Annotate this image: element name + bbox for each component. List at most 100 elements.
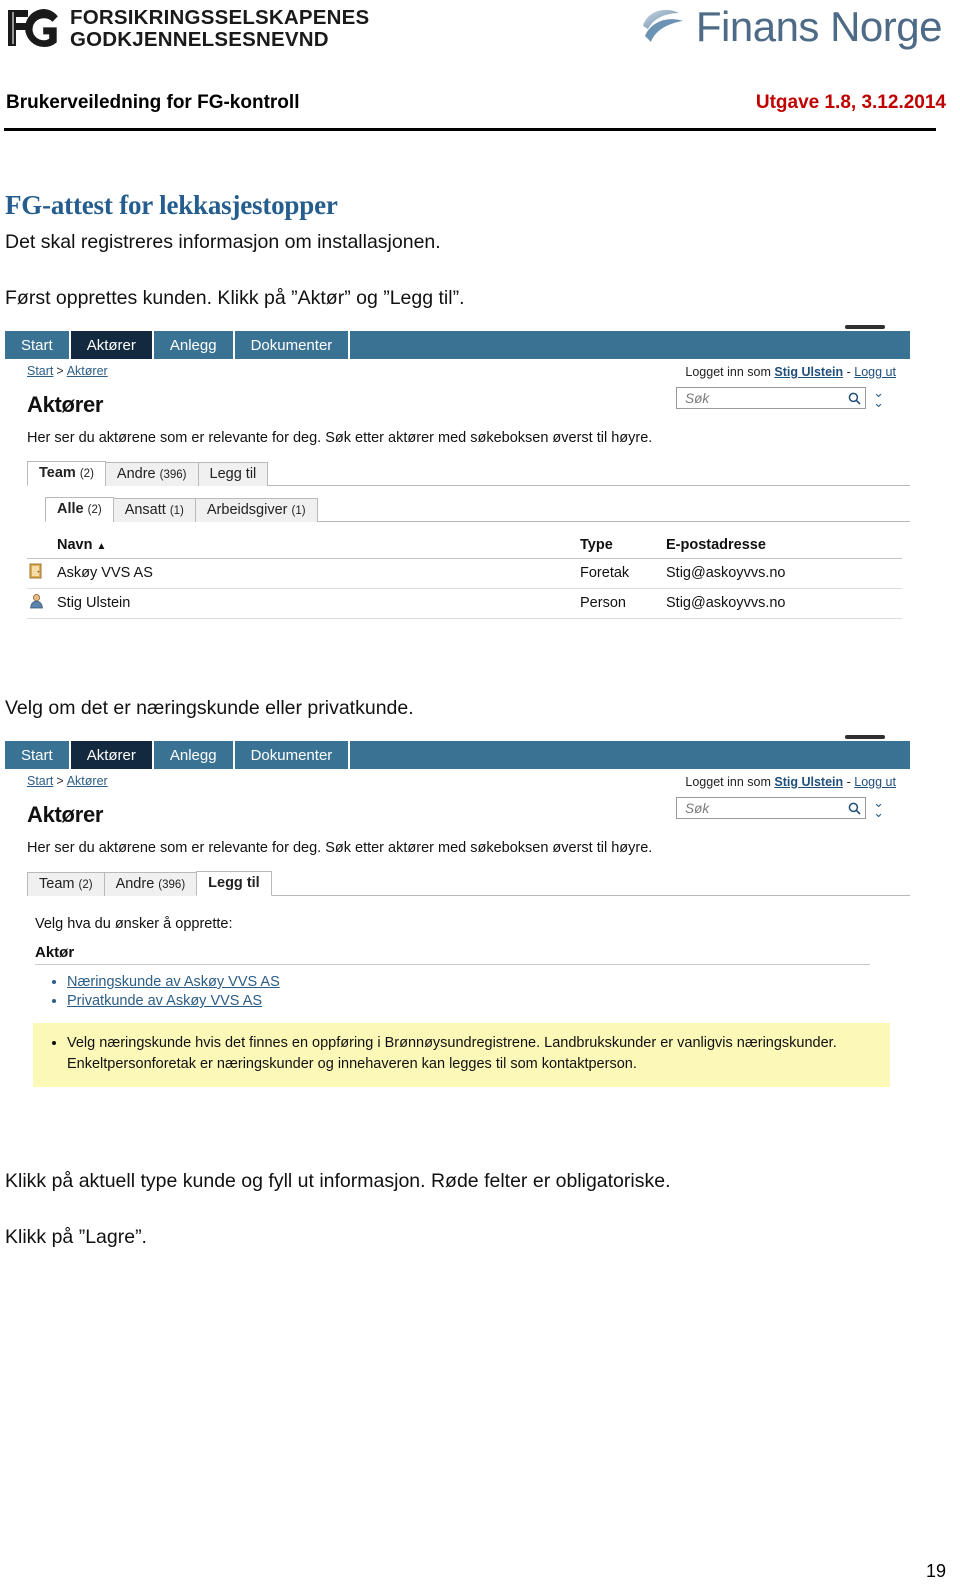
tab-team-count: (2) — [78, 879, 93, 891]
nav-tab-dokumenter[interactable]: Dokumenter — [235, 741, 351, 769]
tab-ansatt[interactable]: Ansatt (1) — [112, 498, 196, 522]
tab-andre-count: (396) — [159, 469, 187, 481]
nav-tab-anlegg[interactable]: Anlegg — [154, 741, 235, 769]
column-navn[interactable]: Navn ▲ — [53, 534, 576, 559]
tab-team-label: Team — [39, 876, 75, 892]
tab-alle-label: Alle — [57, 501, 84, 517]
fg-logo-text: FORSIKRINGSSELSKAPENES GODKJENNELSESNEVN… — [70, 6, 370, 51]
cell-type: Foretak — [576, 558, 662, 589]
choose-label: Velg hva du ønsker å opprette: — [35, 916, 233, 932]
table-row[interactable]: Askøy VVS AS Foretak Stig@askoyvvs.no — [27, 558, 902, 589]
building-icon — [29, 563, 42, 579]
search-input[interactable]: Søk — [676, 387, 867, 409]
search-area: Søk ⌄ ⌄ — [676, 796, 884, 819]
tabs-primary: Team (2) Andre (396) Legg til — [27, 870, 910, 896]
row-icon-cell — [27, 588, 53, 619]
paragraph-step-1: Først opprettes kunden. Klikk på ”Aktør”… — [5, 287, 465, 309]
column-epost[interactable]: E-postadresse — [662, 534, 902, 559]
tabs-secondary: Alle (2) Ansatt (1) Arbeidsgiver (1) — [45, 496, 910, 522]
tab-legg-til[interactable]: Legg til — [196, 871, 272, 896]
tab-andre[interactable]: Andre (396) — [103, 872, 198, 896]
login-prefix: Logget inn som — [685, 365, 771, 379]
page-header: FORSIKRINGSSELSKAPENES GODKJENNELSESNEVN… — [0, 0, 960, 132]
nav-tab-aktorer[interactable]: Aktører — [70, 331, 154, 359]
cell-navn[interactable]: Askøy VVS AS — [53, 558, 576, 589]
finans-norge-mark-icon — [639, 4, 691, 50]
paragraph-step-3: Klikk på aktuell type kunde og fyll ut i… — [5, 1170, 671, 1192]
screen-intro-text: Her ser du aktørene som er relevante for… — [27, 430, 653, 446]
cell-navn[interactable]: Stig Ulstein — [53, 588, 576, 619]
choose-link-list: Næringskunde av Askøy VVS AS Privatkunde… — [5, 973, 910, 1011]
tab-team[interactable]: Team (2) — [27, 461, 106, 486]
search-placeholder: Søk — [685, 800, 710, 816]
nav-tab-dokumenter[interactable]: Dokumenter — [235, 331, 351, 359]
nav-tab-anlegg[interactable]: Anlegg — [154, 331, 235, 359]
choose-group-heading: Aktør — [35, 944, 870, 965]
document-title: Brukerveiledning for FG-kontroll — [6, 92, 300, 113]
search-area: Søk ⌄ ⌄ — [676, 386, 884, 409]
app-navbar: Start Aktører Anlegg Dokumenter — [5, 741, 910, 769]
chevron-double-down-icon[interactable]: ⌄ ⌄ — [873, 386, 884, 409]
fg-logo: FORSIKRINGSSELSKAPENES GODKJENNELSESNEVN… — [6, 6, 369, 52]
tab-andre-count: (396) — [158, 879, 186, 891]
screen-intro-text: Her ser du aktørene som er relevante for… — [27, 840, 653, 856]
breadcrumb-link-start[interactable]: Start — [27, 774, 53, 788]
fg-monogram-icon — [6, 6, 60, 52]
search-input[interactable]: Søk — [676, 797, 867, 819]
info-note-list: Velg næringskunde hvis det finnes en opp… — [47, 1033, 876, 1075]
tab-alle[interactable]: Alle (2) — [45, 497, 114, 522]
logout-link[interactable]: Logg ut — [854, 365, 896, 379]
tab-andre[interactable]: Andre (396) — [104, 462, 199, 486]
breadcrumb-link-aktorer[interactable]: Aktører — [67, 774, 108, 788]
list-item[interactable]: Næringskunde av Askøy VVS AS — [67, 973, 910, 992]
nav-tab-start[interactable]: Start — [5, 331, 71, 359]
cell-epost: Stig@askoyvvs.no — [662, 588, 902, 619]
tab-team[interactable]: Team (2) — [27, 872, 105, 896]
page-number: 19 — [925, 1561, 946, 1581]
login-dash: - — [846, 365, 851, 379]
nav-tab-aktorer[interactable]: Aktører — [70, 741, 154, 769]
header-divider — [4, 128, 936, 131]
search-icon[interactable] — [848, 802, 861, 815]
tab-alle-count: (2) — [87, 504, 102, 516]
chevron-double-down-icon[interactable]: ⌄ ⌄ — [873, 796, 884, 819]
page-title: FG-attest for lekkasjestopper — [5, 190, 338, 220]
link-naeringskunde[interactable]: Næringskunde av Askøy VVS AS — [67, 974, 280, 990]
login-dash: - — [846, 775, 851, 789]
table-row[interactable]: Stig Ulstein Person Stig@askoyvvs.no — [27, 588, 902, 619]
tab-arbeidsgiver-label: Arbeidsgiver — [206, 502, 288, 518]
table-header-row: Navn ▲ Type E-postadresse — [27, 534, 902, 559]
logged-in-user-link[interactable]: Stig Ulstein — [774, 775, 843, 789]
breadcrumb-link-aktorer[interactable]: Aktører — [67, 364, 108, 378]
cell-type: Person — [576, 588, 662, 619]
list-item[interactable]: Privatkunde av Askøy VVS AS — [67, 992, 910, 1011]
column-icon — [27, 534, 53, 559]
breadcrumb-link-start[interactable]: Start — [27, 364, 53, 378]
link-privatkunde[interactable]: Privatkunde av Askøy VVS AS — [67, 993, 262, 1009]
cropped-ui-artifact — [845, 325, 885, 329]
login-status-bar: Logget inn som Stig Ulstein - Logg ut — [685, 775, 896, 789]
tab-arbeidsgiver-count: (1) — [291, 505, 306, 517]
logout-link[interactable]: Logg ut — [854, 775, 896, 789]
tab-ansatt-count: (1) — [169, 505, 184, 517]
document-body: FG-attest for lekkasjestopper Det skal r… — [0, 132, 960, 1252]
navbar-filler — [350, 741, 910, 769]
column-type[interactable]: Type — [576, 534, 662, 559]
tab-team-count: (2) — [79, 468, 94, 480]
tab-andre-label: Andre — [115, 876, 155, 892]
tab-legg-til[interactable]: Legg til — [197, 462, 269, 486]
aktorer-table: Navn ▲ Type E-postadresse Askøy VVS AS F… — [27, 534, 902, 619]
nav-tab-start[interactable]: Start — [5, 741, 71, 769]
paragraph-intro: Det skal registreres informasjon om inst… — [5, 231, 441, 253]
screenshot-legg-til: Start Aktører Anlegg Dokumenter Start > Ak… — [5, 735, 910, 1136]
logged-in-user-link[interactable]: Stig Ulstein — [774, 365, 843, 379]
paragraph-step-4: Klikk på ”Lagre”. — [5, 1226, 147, 1248]
search-icon[interactable] — [848, 392, 861, 405]
tab-legg-til-label: Legg til — [209, 466, 257, 482]
row-icon-cell — [27, 558, 53, 589]
column-navn-label: Navn — [57, 537, 93, 553]
cropped-ui-artifact — [845, 735, 885, 739]
tab-ansatt-label: Ansatt — [124, 502, 166, 518]
tab-arbeidsgiver[interactable]: Arbeidsgiver (1) — [194, 498, 318, 522]
sort-ascending-icon[interactable]: ▲ — [96, 541, 106, 552]
